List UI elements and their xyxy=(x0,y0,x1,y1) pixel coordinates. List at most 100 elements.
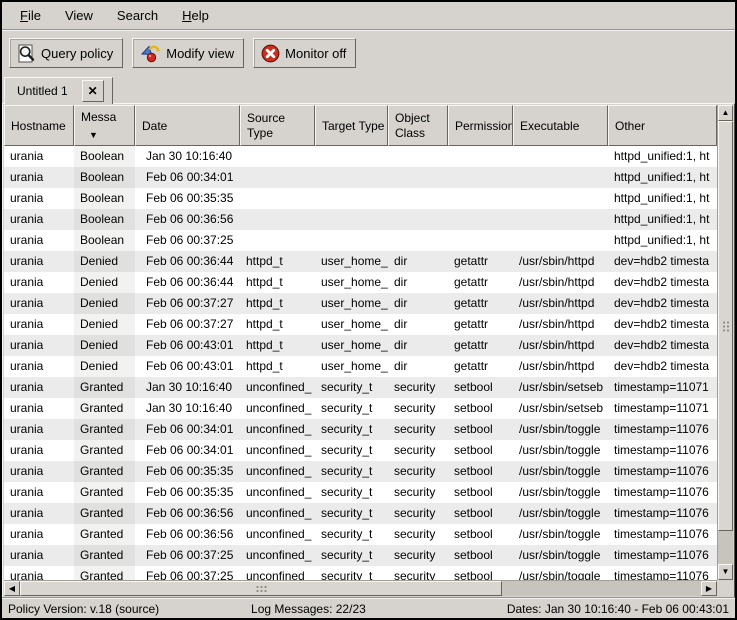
monitor-off-button[interactable]: Monitor off xyxy=(253,38,356,68)
table-cell: httpd_t xyxy=(240,314,315,335)
table-cell: urania xyxy=(4,335,74,356)
menu-search[interactable]: Search xyxy=(105,4,170,27)
table-row[interactable]: uraniaGrantedFeb 06 00:35:35unconfined_s… xyxy=(4,461,717,482)
table-cell: Granted xyxy=(74,566,135,580)
table-cell: unconfined_ xyxy=(240,503,315,524)
modify-view-button[interactable]: Modify view xyxy=(132,38,244,68)
table-cell: urania xyxy=(4,272,74,293)
table-cell: Granted xyxy=(74,461,135,482)
thumb-grip-icon xyxy=(722,321,730,332)
column-header-target-type[interactable]: Target Type xyxy=(315,105,388,146)
table-cell: setbool xyxy=(448,440,513,461)
vertical-scrollbar-trough[interactable] xyxy=(718,531,733,564)
table-cell: getattr xyxy=(448,314,513,335)
table-cell xyxy=(448,146,513,167)
table-cell: user_home_ xyxy=(315,251,388,272)
table-row[interactable]: uraniaDeniedFeb 06 00:37:27httpd_tuser_h… xyxy=(4,314,717,335)
table-cell xyxy=(513,146,608,167)
table-row[interactable]: uraniaGrantedJan 30 10:16:40unconfined_s… xyxy=(4,398,717,419)
table-cell: Boolean xyxy=(74,188,135,209)
table-cell: httpd_t xyxy=(240,335,315,356)
table-cell: urania xyxy=(4,209,74,230)
tab-close-button[interactable]: ✕ xyxy=(82,80,104,102)
table-row[interactable]: uraniaDeniedFeb 06 00:36:44httpd_tuser_h… xyxy=(4,251,717,272)
scroll-right-arrow-icon[interactable]: ▶ xyxy=(701,581,717,596)
menu-help[interactable]: Help xyxy=(170,4,221,27)
menu-view[interactable]: View xyxy=(53,4,105,27)
horizontal-scrollbar-thumb[interactable] xyxy=(20,581,502,596)
table-cell xyxy=(448,230,513,251)
table-cell: Granted xyxy=(74,545,135,566)
table-cell xyxy=(240,230,315,251)
query-policy-button[interactable]: Query policy xyxy=(9,38,123,68)
scrollbar-corner xyxy=(717,580,733,596)
table-cell: user_home_ xyxy=(315,314,388,335)
table-cell xyxy=(513,167,608,188)
table-row[interactable]: uraniaBooleanJan 30 10:16:40httpd_unifie… xyxy=(4,146,717,167)
table-cell: timestamp=11071 xyxy=(608,398,717,419)
table-cell: Feb 06 00:37:27 xyxy=(135,314,240,335)
table-row[interactable]: uraniaGrantedJan 30 10:16:40unconfined_s… xyxy=(4,377,717,398)
log-messages-status: Log Messages: 22/23 xyxy=(208,602,408,616)
table-cell: getattr xyxy=(448,251,513,272)
scroll-left-arrow-icon[interactable]: ◀ xyxy=(4,581,20,596)
column-header-label: Hostname xyxy=(11,119,66,134)
column-header-label: Object Class xyxy=(395,111,445,141)
tab-untitled-1[interactable]: Untitled 1 ✕ xyxy=(4,77,113,104)
column-header-object-class[interactable]: Object Class xyxy=(388,105,448,146)
column-header-permission[interactable]: Permission xyxy=(448,105,513,146)
table-row[interactable]: uraniaGrantedFeb 06 00:35:35unconfined_s… xyxy=(4,482,717,503)
vertical-scrollbar[interactable]: ▲ ▼ xyxy=(717,105,733,580)
column-header-label: Permission xyxy=(455,119,513,134)
column-header-messa[interactable]: Messa▼ xyxy=(74,105,135,146)
table-cell: Denied xyxy=(74,356,135,377)
horizontal-scrollbar[interactable]: ◀ ▶ xyxy=(4,580,717,596)
column-header-source-type[interactable]: Source Type xyxy=(240,105,315,146)
table-row[interactable]: uraniaGrantedFeb 06 00:34:01unconfined_s… xyxy=(4,440,717,461)
table-cell: /usr/sbin/httpd xyxy=(513,314,608,335)
table-row[interactable]: uraniaDeniedFeb 06 00:36:44httpd_tuser_h… xyxy=(4,272,717,293)
vertical-scrollbar-thumb[interactable] xyxy=(718,121,733,531)
table-cell: urania xyxy=(4,461,74,482)
table-row[interactable]: uraniaBooleanFeb 06 00:36:56httpd_unifie… xyxy=(4,209,717,230)
column-header-other[interactable]: Other xyxy=(608,105,717,146)
table-cell: httpd_unified:1, ht xyxy=(608,167,717,188)
table-row[interactable]: uraniaBooleanFeb 06 00:34:01httpd_unifie… xyxy=(4,167,717,188)
table-cell: httpd_t xyxy=(240,272,315,293)
table-row[interactable]: uraniaDeniedFeb 06 00:37:27httpd_tuser_h… xyxy=(4,293,717,314)
table-row[interactable]: uraniaBooleanFeb 06 00:37:25httpd_unifie… xyxy=(4,230,717,251)
scroll-up-arrow-icon[interactable]: ▲ xyxy=(718,105,733,121)
table-row[interactable]: uraniaGrantedFeb 06 00:37:25unconfined_s… xyxy=(4,566,717,580)
table-cell: security_t xyxy=(315,377,388,398)
table-row[interactable]: uraniaGrantedFeb 06 00:34:01unconfined_s… xyxy=(4,419,717,440)
horizontal-scrollbar-trough[interactable] xyxy=(502,581,701,596)
table-cell: security_t xyxy=(315,461,388,482)
column-header-executable[interactable]: Executable xyxy=(513,105,608,146)
thumb-grip-icon xyxy=(256,585,267,593)
table-row[interactable]: uraniaGrantedFeb 06 00:37:25unconfined_s… xyxy=(4,545,717,566)
table-cell: Feb 06 00:34:01 xyxy=(135,419,240,440)
table-cell: dir xyxy=(388,293,448,314)
table-cell: dir xyxy=(388,356,448,377)
table-row[interactable]: uraniaDeniedFeb 06 00:43:01httpd_tuser_h… xyxy=(4,335,717,356)
tab-label: Untitled 1 xyxy=(17,84,68,98)
table-cell: urania xyxy=(4,377,74,398)
table-cell: httpd_t xyxy=(240,251,315,272)
table-cell: httpd_unified:1, ht xyxy=(608,230,717,251)
table-cell: Boolean xyxy=(74,167,135,188)
menu-file[interactable]: File xyxy=(8,4,53,27)
table-cell: unconfined_ xyxy=(240,440,315,461)
table-cell: urania xyxy=(4,314,74,335)
column-header-date[interactable]: Date xyxy=(135,105,240,146)
table-row[interactable]: uraniaGrantedFeb 06 00:36:56unconfined_s… xyxy=(4,503,717,524)
table-row[interactable]: uraniaDeniedFeb 06 00:43:01httpd_tuser_h… xyxy=(4,356,717,377)
table-cell xyxy=(315,230,388,251)
column-header-label: Executable xyxy=(520,119,579,134)
table-row[interactable]: uraniaBooleanFeb 06 00:35:35httpd_unifie… xyxy=(4,188,717,209)
column-header-hostname[interactable]: Hostname xyxy=(4,105,74,146)
table-cell xyxy=(240,146,315,167)
table-cell: timestamp=11076 xyxy=(608,566,717,580)
table-cell xyxy=(315,167,388,188)
table-row[interactable]: uraniaGrantedFeb 06 00:36:56unconfined_s… xyxy=(4,524,717,545)
scroll-down-arrow-icon[interactable]: ▼ xyxy=(718,564,733,580)
